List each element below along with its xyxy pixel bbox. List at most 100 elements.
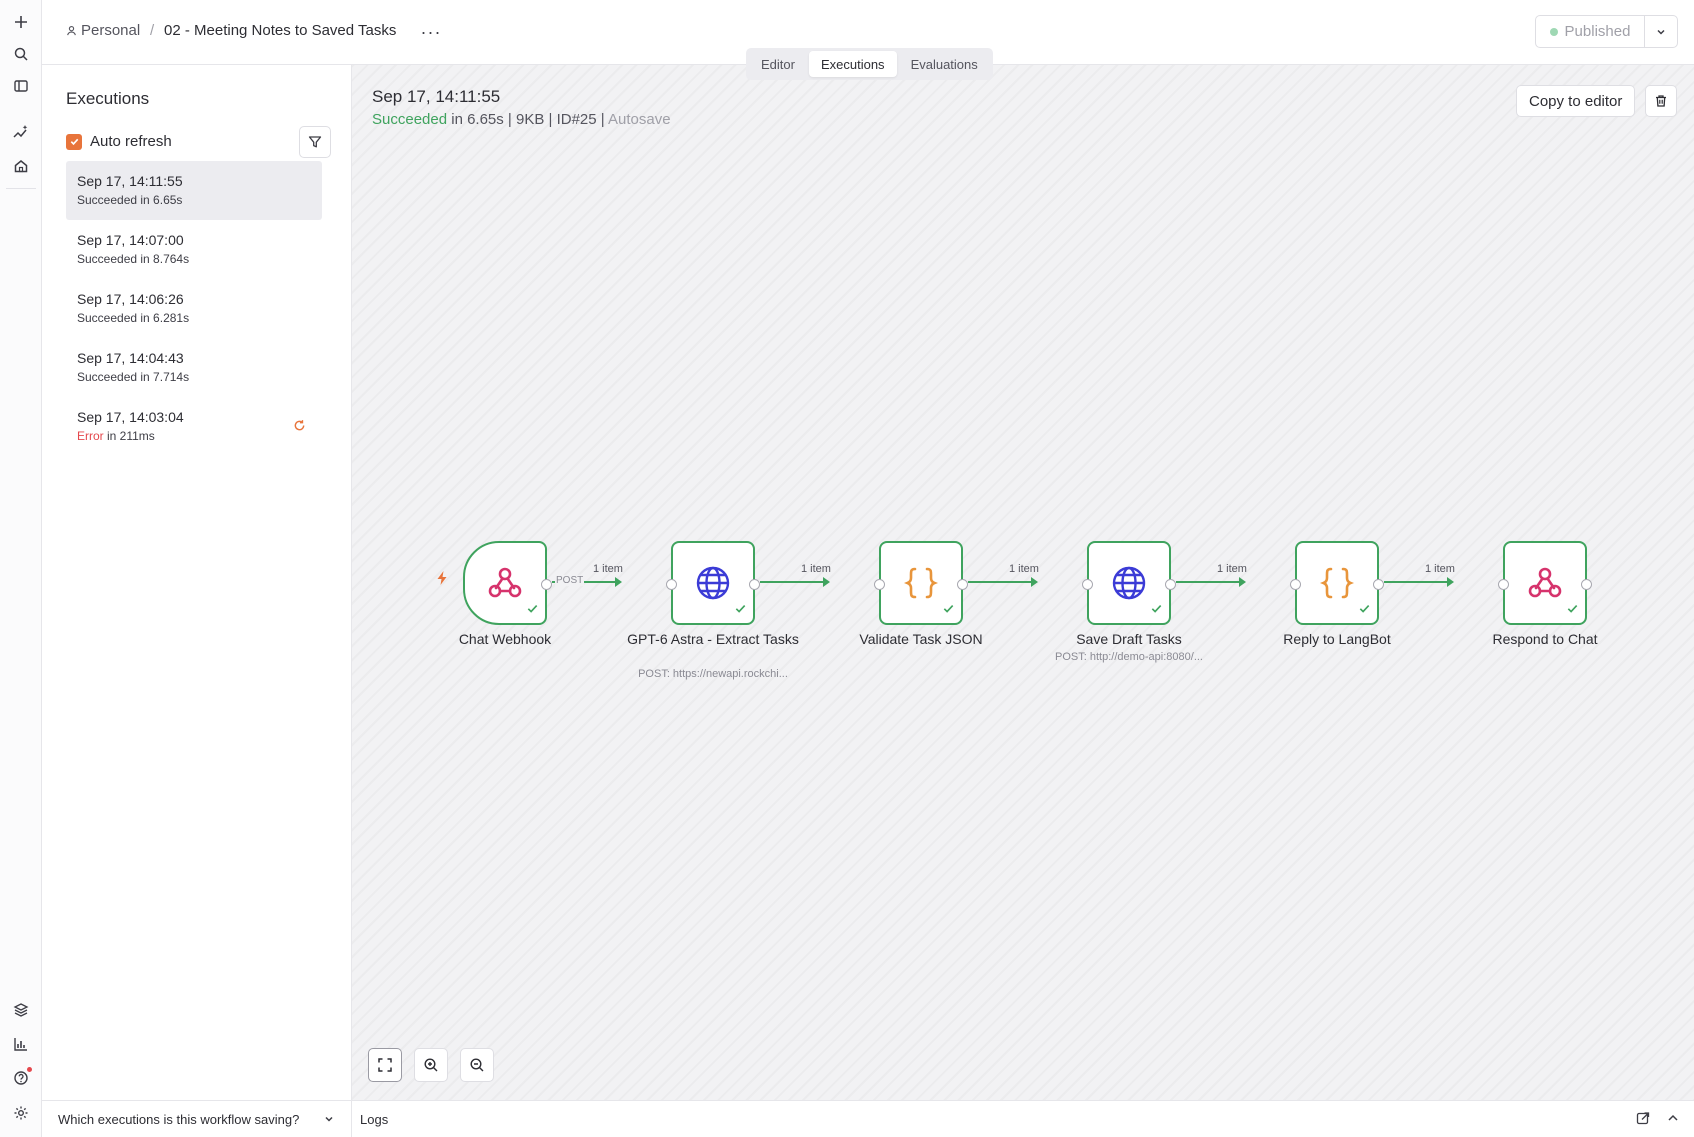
workflow-title[interactable]: 02 - Meeting Notes to Saved Tasks — [164, 22, 396, 39]
execution-item[interactable]: Sep 17, 14:11:55 Succeeded in 6.65s — [66, 161, 322, 220]
input-handle[interactable] — [874, 579, 885, 590]
executions-heading: Executions — [66, 89, 150, 108]
sidebar-toggle-icon[interactable] — [10, 75, 32, 97]
templates-icon[interactable] — [10, 999, 32, 1021]
node-label: Respond to Chat — [1492, 631, 1598, 647]
success-check-icon — [1358, 602, 1371, 618]
node-save-draft-tasks[interactable] — [1082, 541, 1176, 625]
add-icon[interactable] — [10, 11, 32, 33]
edge-item-count: 1 item — [801, 563, 831, 575]
pop-out-icon[interactable] — [1636, 1111, 1650, 1128]
zoom-controls — [368, 1048, 494, 1082]
connection-edge[interactable] — [1176, 577, 1246, 587]
node-subtitle: POST: http://demo-api:8080/... — [1055, 651, 1203, 663]
zoom-out-button[interactable] — [460, 1048, 494, 1082]
success-check-icon — [1150, 602, 1163, 618]
more-options-button[interactable]: ··· — [418, 20, 444, 44]
output-handle[interactable] — [957, 579, 968, 590]
input-handle[interactable] — [666, 579, 677, 590]
node-gpt-extract-tasks[interactable] — [666, 541, 760, 625]
auto-refresh-toggle[interactable]: Auto refresh — [66, 133, 172, 150]
output-handle[interactable] — [1165, 579, 1176, 590]
execution-status: Succeeded in 8.764s — [77, 252, 190, 266]
output-handle[interactable] — [541, 579, 552, 590]
tab-executions[interactable]: Executions — [808, 51, 897, 77]
chevron-up-icon[interactable] — [1666, 1111, 1680, 1128]
execution-detail-title: Sep 17, 14:11:55 — [372, 87, 501, 106]
output-handle[interactable] — [749, 579, 760, 590]
execution-time: Sep 17, 14:04:43 — [77, 350, 184, 366]
execution-item[interactable]: Sep 17, 14:07:00 Succeeded in 8.764s — [66, 220, 322, 279]
retry-icon[interactable] — [293, 419, 306, 435]
rail-divider — [6, 188, 36, 189]
breadcrumb-separator: / — [150, 22, 155, 39]
execution-item[interactable]: Sep 17, 14:06:26 Succeeded in 6.281s — [66, 279, 322, 338]
connection-edge[interactable] — [1384, 577, 1454, 587]
saved-executions-question[interactable]: Which executions is this workflow saving… — [42, 1100, 352, 1137]
execution-item[interactable]: Sep 17, 14:03:04 Error in 211ms — [66, 397, 322, 456]
execution-detail-meta: Succeeded in 6.65s | 9KB | ID#25 | Autos… — [372, 111, 671, 128]
execution-status: Succeeded in 7.714s — [77, 370, 190, 384]
tab-evaluations[interactable]: Evaluations — [899, 51, 990, 77]
workflow-canvas[interactable]: Sep 17, 14:11:55 Succeeded in 6.65s | 9K… — [352, 65, 1694, 1100]
logs-controls — [1636, 1111, 1680, 1128]
published-label: Published — [1564, 23, 1631, 40]
tab-editor[interactable]: Editor — [749, 51, 807, 77]
globe-icon — [1112, 566, 1146, 600]
input-handle[interactable] — [1290, 579, 1301, 590]
execution-status: Succeeded in 6.281s — [77, 311, 190, 325]
execution-time: Sep 17, 14:11:55 — [77, 173, 183, 189]
home-icon[interactable] — [10, 155, 32, 177]
copy-to-editor-button[interactable]: Copy to editor — [1516, 85, 1636, 117]
publish-control: Published — [1535, 15, 1678, 48]
execution-time: Sep 17, 14:06:26 — [77, 291, 184, 307]
execution-status: Error in 211ms — [77, 429, 155, 443]
node-subtitle: POST: https://newapi.rockchi... — [638, 668, 788, 680]
breadcrumb-project[interactable]: Personal — [66, 22, 140, 39]
trigger-method-label: POST — [555, 575, 585, 586]
fit-view-button[interactable] — [368, 1048, 402, 1082]
settings-gear-icon[interactable] — [10, 1102, 32, 1124]
output-handle[interactable] — [1373, 579, 1384, 590]
node-chat-webhook[interactable] — [463, 541, 552, 625]
node-label: Chat Webhook — [458, 631, 552, 647]
saved-executions-question-text: Which executions is this workflow saving… — [58, 1111, 300, 1127]
success-check-icon — [1566, 602, 1579, 618]
braces-icon — [904, 567, 938, 599]
trigger-bolt-icon — [435, 570, 449, 589]
chart-icon[interactable] — [10, 1033, 32, 1055]
trash-icon — [1656, 95, 1666, 107]
published-button[interactable]: Published — [1536, 16, 1645, 47]
help-icon[interactable] — [10, 1067, 32, 1089]
braces-icon — [1320, 567, 1354, 599]
publish-dropdown-button[interactable] — [1645, 16, 1677, 47]
execution-time: Sep 17, 14:03:04 — [77, 409, 184, 425]
node-label: Validate Task JSON — [859, 631, 983, 647]
webhook-icon — [488, 567, 522, 598]
node-reply-to-langbot[interactable] — [1290, 541, 1384, 625]
zoom-in-button[interactable] — [414, 1048, 448, 1082]
delete-execution-button[interactable] — [1645, 85, 1677, 117]
node-label: Reply to LangBot — [1283, 631, 1391, 647]
insights-icon[interactable] — [10, 121, 32, 143]
webhook-icon — [1528, 567, 1562, 598]
connection-edge[interactable] — [968, 577, 1038, 587]
input-handle[interactable] — [1498, 579, 1509, 590]
user-icon — [67, 26, 76, 36]
filter-button[interactable] — [299, 126, 331, 158]
execution-item[interactable]: Sep 17, 14:04:43 Succeeded in 7.714s — [66, 338, 322, 397]
input-handle[interactable] — [1082, 579, 1093, 590]
node-label: GPT-6 Astra - Extract Tasks — [627, 631, 799, 647]
search-icon[interactable] — [10, 43, 32, 65]
executions-list: Sep 17, 14:11:55 Succeeded in 6.65s Sep … — [66, 161, 322, 456]
success-check-icon — [734, 602, 747, 618]
output-handle[interactable] — [1581, 579, 1592, 590]
auto-refresh-checkbox[interactable] — [66, 133, 82, 150]
node-validate-task-json[interactable] — [874, 541, 968, 625]
executions-panel: Executions Auto refresh Sep 17, 14:11:55… — [42, 65, 352, 1100]
logs-panel-bar[interactable]: Logs — [352, 1100, 1694, 1137]
node-respond-to-chat[interactable] — [1498, 541, 1592, 625]
success-check-icon — [526, 602, 539, 618]
connection-edge[interactable] — [760, 577, 830, 587]
execution-time: Sep 17, 14:07:00 — [77, 232, 184, 248]
